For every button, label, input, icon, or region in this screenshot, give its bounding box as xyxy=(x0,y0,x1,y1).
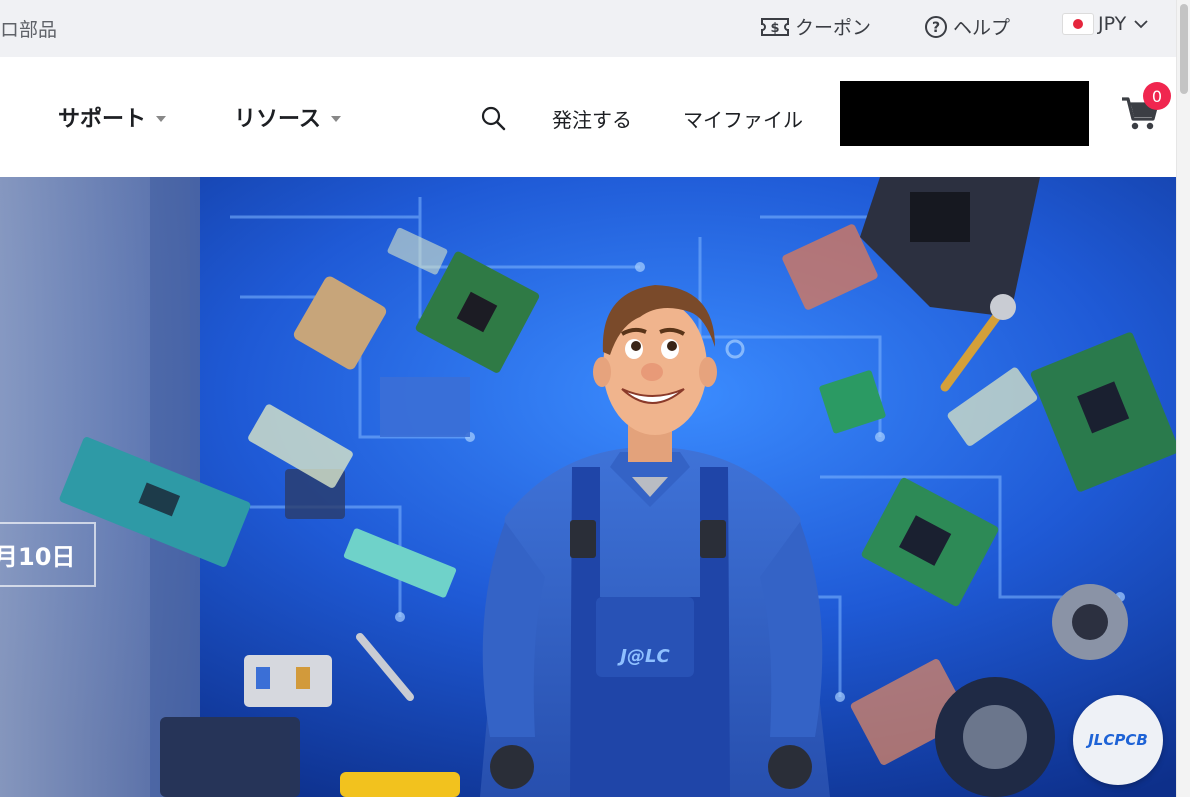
account-area-redacted[interactable] xyxy=(840,81,1089,146)
svg-text:?: ? xyxy=(932,20,940,36)
japan-flag-icon xyxy=(1063,14,1093,34)
scrollbar-thumb[interactable] xyxy=(1180,4,1188,94)
nav-support-menu[interactable]: サポート xyxy=(58,101,167,133)
coupon-link[interactable]: $ クーポン xyxy=(760,13,871,40)
nav-resources-menu[interactable]: リソース xyxy=(234,101,341,133)
chevron-down-icon xyxy=(1134,20,1148,29)
overall-badge-text: J@LC xyxy=(617,646,670,667)
nav-resources-label: リソース xyxy=(234,107,321,132)
main-navigation: サポート リソース 発注する マイファイル 0 xyxy=(0,57,1176,177)
my-files-link[interactable]: マイファイル xyxy=(683,104,803,133)
search-icon[interactable] xyxy=(480,105,506,131)
coupon-icon: $ xyxy=(761,17,789,36)
event-date-text: 月10日 xyxy=(0,543,76,571)
top-utility-bar: ロ部品 $ クーポン ? ヘルプ JPY xyxy=(0,0,1176,57)
page-scrollbar[interactable] xyxy=(1176,0,1190,797)
order-link[interactable]: 発注する xyxy=(552,104,632,133)
cart-count-badge: 0 xyxy=(1143,82,1171,110)
event-date-box: 月10日 xyxy=(0,522,96,587)
jlcpcb-logo-text: JLCPCB xyxy=(1088,731,1148,749)
top-left-link[interactable]: ロ部品 xyxy=(0,15,57,42)
hero-banner[interactable]: J@LC 月10日 JLCPCB xyxy=(0,177,1176,797)
hero-illustration: J@LC xyxy=(0,177,1176,797)
coupon-label: クーポン xyxy=(795,17,872,39)
currency-selector[interactable]: JPY xyxy=(1063,13,1149,35)
caret-down-icon xyxy=(330,115,341,122)
svg-text:$: $ xyxy=(770,21,779,36)
jlcpcb-chat-bubble[interactable]: JLCPCB xyxy=(1073,695,1163,785)
nav-support-label: サポート xyxy=(58,107,147,132)
help-link[interactable]: ? ヘルプ xyxy=(924,13,1010,40)
currency-label: JPY xyxy=(1098,13,1127,35)
help-label: ヘルプ xyxy=(953,17,1011,39)
caret-down-icon xyxy=(156,115,167,122)
help-icon: ? xyxy=(925,15,947,38)
